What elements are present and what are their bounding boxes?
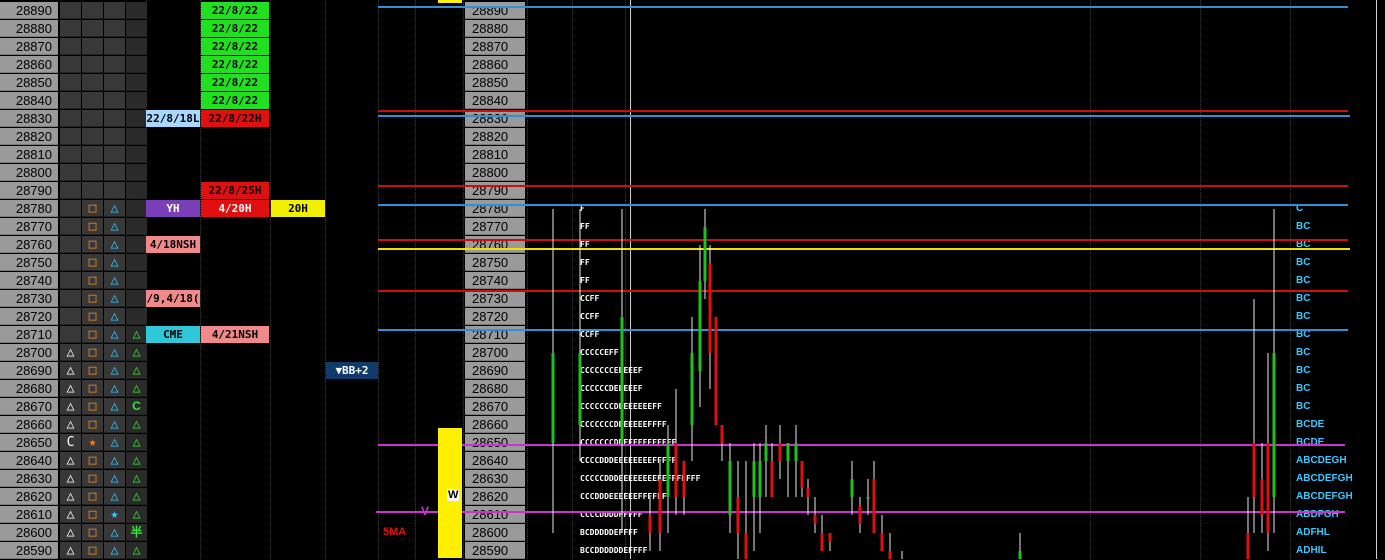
candle-body: [1246, 533, 1250, 559]
candle-body: [728, 461, 732, 515]
candle-body: [764, 443, 768, 461]
candle-body: [758, 461, 762, 497]
candle-body: [828, 533, 832, 542]
candle-body: [778, 443, 782, 461]
candle-body: [888, 551, 892, 559]
candle-body: [770, 461, 774, 497]
candle-body: [1266, 443, 1270, 533]
candle-body: [578, 353, 582, 425]
candle-body: [620, 317, 624, 443]
candle-body: [872, 479, 876, 533]
candle-body: [703, 227, 707, 281]
candle-body: [698, 281, 702, 371]
candle-body: [794, 443, 798, 461]
candle-body: [813, 515, 817, 524]
candle-body: [551, 353, 555, 443]
candle-body: [800, 461, 804, 488]
candle-body: [682, 461, 686, 497]
candle-body: [708, 263, 712, 353]
candle-body: [674, 443, 678, 497]
candle-body: [658, 479, 662, 533]
candle-body: [806, 488, 810, 497]
candle-body: [850, 479, 854, 497]
candle-body: [858, 506, 862, 524]
candle-body: [786, 443, 790, 461]
candle-body: [666, 443, 670, 497]
candle-body: [1272, 353, 1276, 497]
candle-body: [752, 461, 756, 497]
candle-body: [866, 497, 870, 499]
candle-body: [720, 425, 724, 443]
candle-body: [648, 515, 652, 533]
candle-body: [1018, 551, 1022, 559]
candle-body: [1260, 479, 1264, 515]
candle-body: [690, 353, 694, 425]
candle-body: [736, 497, 740, 533]
candlestick-chart: [551, 209, 1276, 559]
candle-body: [1252, 443, 1256, 497]
candle-body: [714, 317, 718, 425]
candle-body: [880, 533, 884, 551]
candle-body: [820, 533, 824, 551]
candle-body: [744, 533, 748, 559]
